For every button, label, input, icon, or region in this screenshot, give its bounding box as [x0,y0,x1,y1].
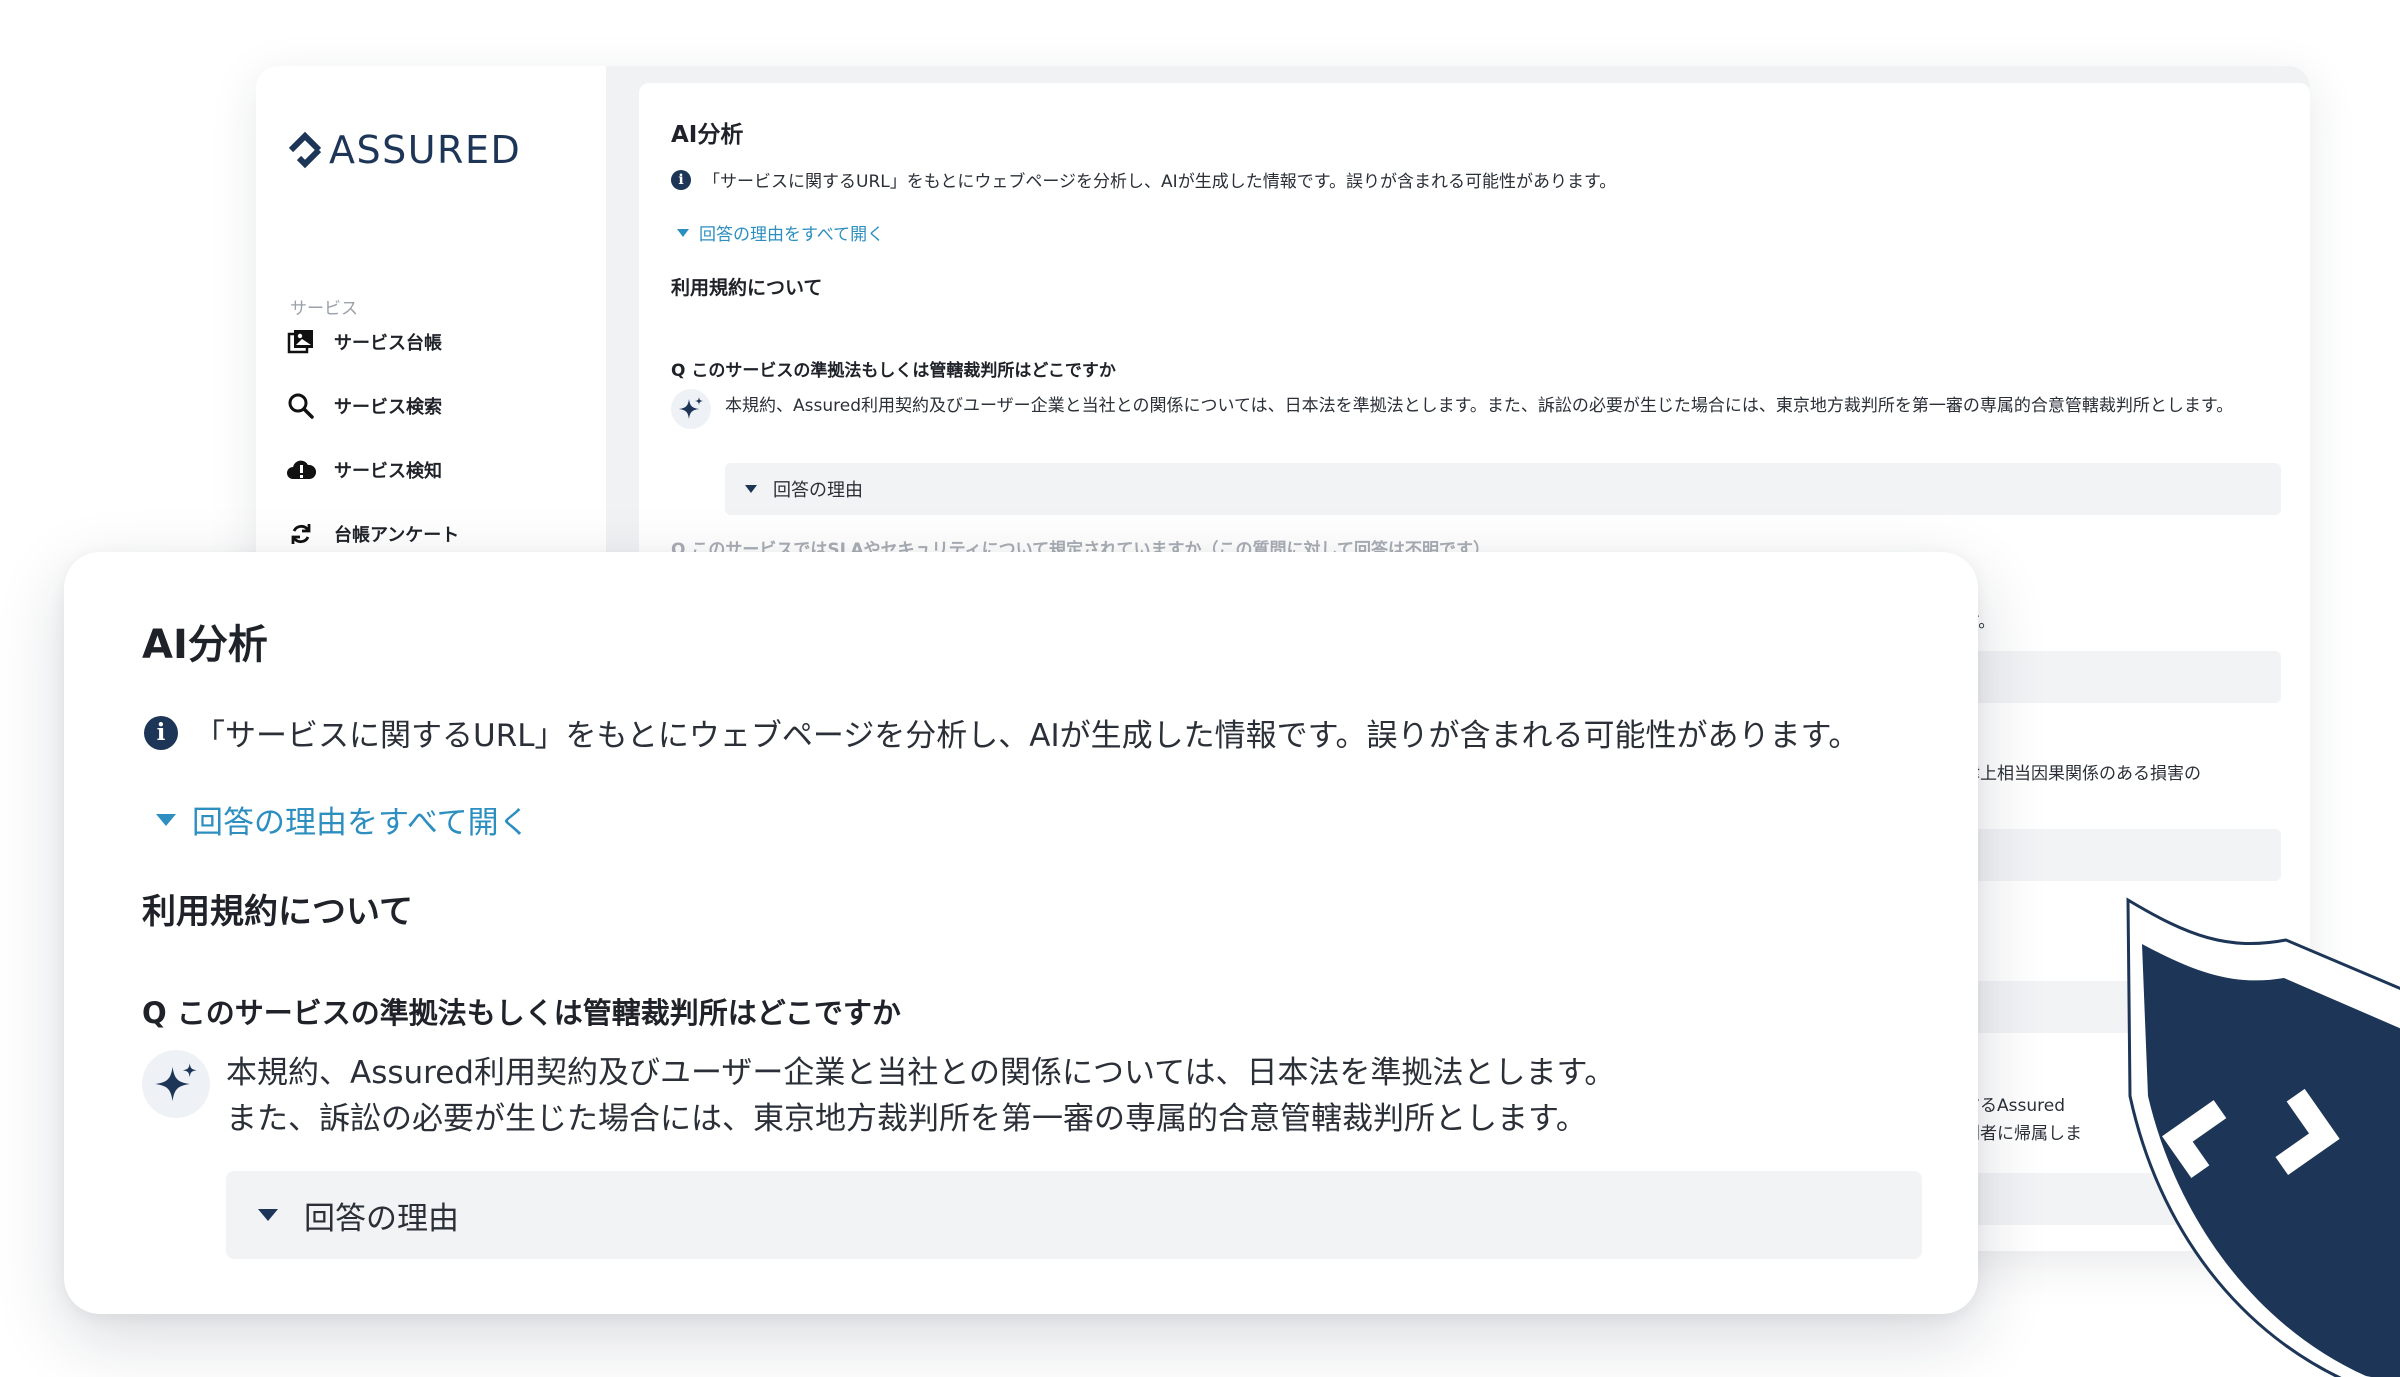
section-title: 利用規約について [671,277,823,299]
ai-analysis-card-zoomed: AI分析 i 「サービスに関するURL」をもとにウェブページを分析し、AIが生成… [64,552,1978,1314]
refresh-icon [291,524,311,544]
caret-down-icon [745,485,757,493]
assured-logo[interactable]: ASSURED [285,128,521,172]
question-governing-law: Q このサービスの準拠法もしくは管轄裁判所はどこですか [671,361,1116,381]
sidebar-section-label: サービス [290,299,358,319]
question-governing-law: Q このサービスの準拠法もしくは管轄裁判所はどこですか [142,996,901,1030]
assured-logo-mark-icon [288,131,322,169]
info-icon: i [144,715,178,750]
sidebar-item-label: サービス検索 [334,397,442,418]
panel-title: AI分析 [671,122,744,148]
reason-accordion[interactable]: 回答の理由 [226,1171,1922,1259]
ai-sparkle-icon [142,1050,210,1118]
expand-all-label: 回答の理由をすべて開く [699,225,885,245]
reason-accordion[interactable]: 回答の理由 [725,463,2281,515]
reason-label: 回答の理由 [304,1200,459,1237]
cloud-alert-icon [287,460,316,479]
section-title: 利用規約について [142,892,413,932]
info-icon: i [671,169,691,190]
sidebar-item-label: サービス検知 [334,461,442,482]
reason-accordion-partial[interactable] [1929,829,2281,881]
sidebar-item-ledger-survey[interactable]: 台帳アンケート [286,514,459,554]
info-text: 「サービスに関するURL」をもとにウェブページを分析し、AIが生成した情報です。… [703,172,1617,192]
info-notice: i 「サービスに関するURL」をもとにウェブページを分析し、AIが生成した情報で… [671,167,1616,192]
reason-accordion-partial[interactable] [1929,651,2281,703]
info-notice: i 「サービスに関するURL」をもとにウェブページを分析し、AIが生成した情報で… [144,710,1859,755]
answer-row: 本規約、Assured利用契約及びユーザー企業と当社との関係については、日本法を… [671,389,2281,429]
sidebar-item-service-detection[interactable]: サービス検知 [286,450,442,490]
sidebar-item-service-search[interactable]: サービス検索 [286,386,442,426]
card-title: AI分析 [142,622,268,668]
sidebar-item-label: 台帳アンケート [334,525,460,546]
shield-logo-icon [2126,897,2400,1377]
reason-label: 回答の理由 [773,480,863,501]
answer-text: 本規約、Assured利用契約及びユーザー企業と当社との関係については、日本法を… [226,1050,1726,1142]
ai-sparkle-icon [671,389,711,429]
sidebar-item-service-ledger[interactable]: サービス台帳 [286,322,442,362]
expand-all-reasons-toggle[interactable]: 回答の理由をすべて開く [677,220,884,245]
info-text: 「サービスに関するURL」をもとにウェブページを分析し、AIが生成した情報です。… [194,718,1860,754]
caret-down-icon [258,1209,278,1221]
promo-stage: ASSURED サービス サービス台帳 サービス検索 サービス検知 台帳アンケー… [0,0,2400,1377]
expand-all-reasons-toggle[interactable]: 回答の理由をすべて開く [156,797,530,842]
answer-text: 本規約、Assured利用契約及びユーザー企業と当社との関係については、日本法を… [725,396,2234,416]
sidebar-item-label: サービス台帳 [334,333,442,354]
logo-text: ASSURED [329,128,522,172]
answer-line: 本規約、Assured利用契約及びユーザー企業と当社との関係については、日本法を… [226,1055,1616,1091]
expand-all-label: 回答の理由をすべて開く [192,805,530,841]
ledger-icon [287,330,313,354]
answer-line: また、訴訟の必要が生じた場合には、東京地方裁判所を第一審の専属的合意管轄裁判所と… [226,1101,1587,1137]
caret-down-icon [677,228,689,237]
caret-down-icon [156,813,176,826]
search-icon [288,393,314,419]
